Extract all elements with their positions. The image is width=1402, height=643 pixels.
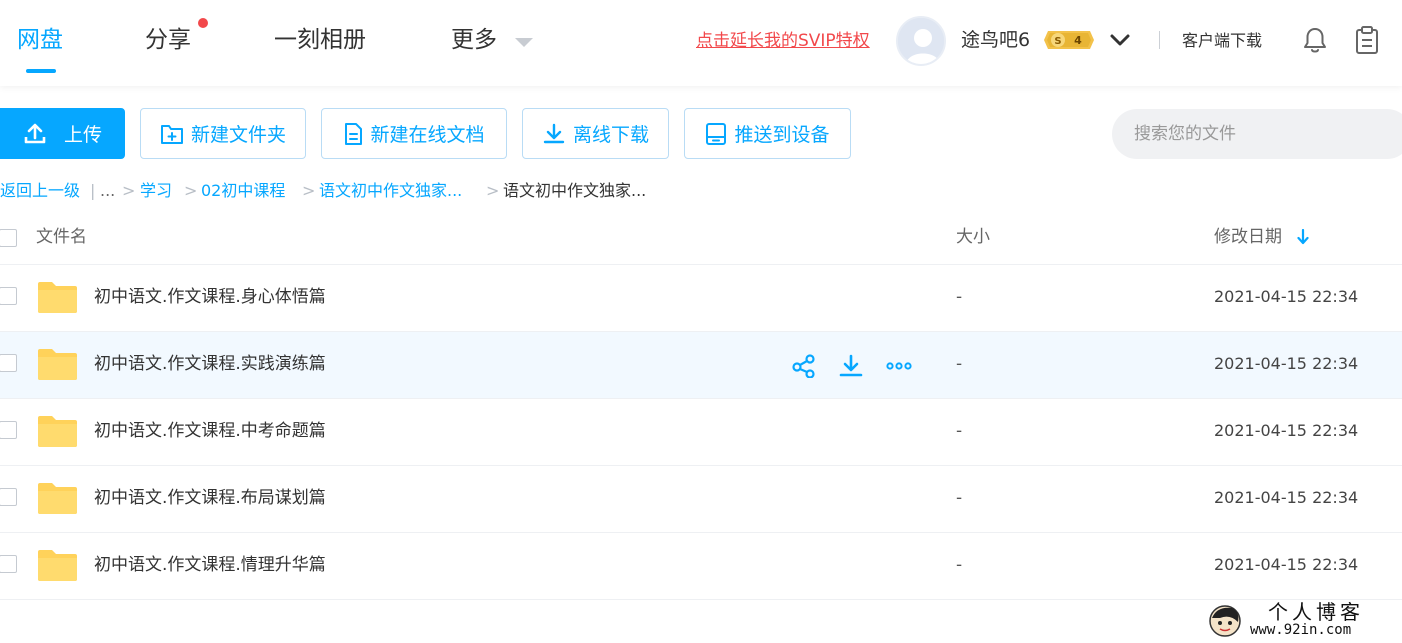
breadcrumb-item-junior-course[interactable]: 02初中课程	[201, 180, 285, 202]
upload-label: 上传	[63, 124, 102, 146]
search-input[interactable]	[1112, 109, 1402, 159]
folder-icon	[38, 349, 77, 380]
nav-tab-share[interactable]: 分享	[145, 24, 191, 56]
folder-icon	[38, 483, 77, 514]
breadcrumb-item-parent-folder[interactable]: 语文初中作文独家...	[319, 180, 462, 202]
breadcrumb-bar: |	[90, 181, 96, 200]
table-row[interactable]: 初中语文.作文课程.情理升华篇 - 2021-04-15 22:34	[0, 533, 1402, 600]
clipboard-icon[interactable]	[1354, 25, 1380, 55]
breadcrumb-separator: >	[302, 181, 316, 200]
column-header-name[interactable]: 文件名	[36, 226, 87, 248]
push-to-device-button[interactable]: 推送到设备	[684, 108, 851, 159]
file-size: -	[956, 354, 963, 374]
file-size: -	[956, 287, 963, 307]
client-download-link[interactable]: 客户端下载	[1182, 30, 1262, 52]
active-tab-indicator	[26, 69, 56, 73]
row-checkbox[interactable]	[0, 488, 17, 506]
breadcrumb-separator: >	[486, 181, 500, 200]
row-checkbox[interactable]	[0, 354, 17, 372]
table-row[interactable]: 初中语文.作文课程.中考命题篇 - 2021-04-15 22:34	[0, 399, 1402, 466]
file-modified-date: 2021-04-15 22:34	[1214, 354, 1359, 373]
row-checkbox[interactable]	[0, 555, 17, 573]
notification-dot	[198, 18, 208, 28]
breadcrumb-separator: >	[184, 181, 198, 200]
file-modified-date: 2021-04-15 22:34	[1214, 287, 1359, 306]
svg-text:S: S	[1054, 36, 1061, 47]
file-modified-date: 2021-04-15 22:34	[1214, 488, 1359, 507]
chevron-down-icon[interactable]	[1108, 28, 1132, 52]
file-name[interactable]: 初中语文.作文课程.身心体悟篇	[94, 285, 326, 309]
breadcrumb-separator: >	[122, 181, 136, 200]
download-icon	[543, 123, 565, 143]
svip-level-badge-icon: S 4	[1044, 31, 1094, 49]
nav-tab-album[interactable]: 一刻相册	[274, 24, 366, 56]
sort-descending-icon[interactable]	[1296, 229, 1310, 245]
top-nav-bar: 网盘 分享 一刻相册 更多 点击延长我的SVIP特权 途鸟吧6 S 4 客户端下…	[0, 0, 1402, 86]
more-options-icon[interactable]	[886, 354, 912, 378]
nav-tab-more[interactable]: 更多	[451, 24, 497, 56]
offline-download-button[interactable]: 离线下载	[522, 108, 669, 159]
watermark-logo-icon	[1209, 605, 1241, 637]
new-online-doc-label: 新建在线文档	[370, 124, 485, 146]
breadcrumb-ellipsis: ...	[100, 181, 116, 200]
column-header-size[interactable]: 大小	[956, 226, 990, 248]
folder-icon	[38, 550, 77, 581]
file-name[interactable]: 初中语文.作文课程.实践演练篇	[94, 352, 326, 376]
offline-download-label: 离线下载	[572, 124, 649, 146]
upload-button[interactable]: 上传	[0, 108, 125, 159]
file-name[interactable]: 初中语文.作文课程.布局谋划篇	[94, 486, 326, 510]
file-size: -	[956, 421, 963, 441]
username[interactable]: 途鸟吧6	[961, 27, 1030, 53]
push-to-device-label: 推送到设备	[734, 124, 830, 146]
file-name[interactable]: 初中语文.作文课程.中考命题篇	[94, 419, 326, 443]
share-icon[interactable]	[791, 354, 817, 378]
breadcrumb-current: 语文初中作文独家...	[503, 181, 647, 200]
svip-renew-link[interactable]: 点击延长我的SVIP特权	[696, 30, 870, 52]
breadcrumb-back-link[interactable]: 返回上一级	[0, 180, 80, 202]
upload-icon	[24, 123, 46, 143]
table-row[interactable]: 初中语文.作文课程.实践演练篇 - 2021-04-15 22:34	[0, 332, 1402, 399]
new-folder-button[interactable]: 新建文件夹	[140, 108, 306, 159]
watermark-title: 个人博客	[1268, 600, 1364, 624]
row-checkbox[interactable]	[0, 287, 17, 305]
file-table-header: 文件名 大小 修改日期	[0, 218, 1402, 265]
file-modified-date: 2021-04-15 22:34	[1214, 421, 1359, 440]
select-all-checkbox[interactable]	[0, 229, 17, 247]
svg-text:4: 4	[1074, 34, 1082, 47]
nav-divider	[1159, 31, 1160, 49]
file-size: -	[956, 488, 963, 508]
watermark-url: www.92in.com	[1250, 622, 1352, 638]
document-icon	[345, 122, 363, 145]
new-folder-icon	[160, 124, 183, 144]
breadcrumb-item-study[interactable]: 学习	[140, 180, 172, 202]
bell-icon[interactable]	[1302, 26, 1328, 54]
file-modified-date: 2021-04-15 22:34	[1214, 555, 1359, 574]
folder-icon	[38, 416, 77, 447]
new-folder-label: 新建文件夹	[190, 124, 286, 146]
column-header-modified[interactable]: 修改日期	[1214, 226, 1282, 248]
avatar[interactable]	[896, 16, 946, 66]
more-dropdown-icon[interactable]	[515, 38, 533, 47]
device-icon	[706, 122, 727, 145]
user-avatar-icon	[898, 18, 944, 64]
download-icon[interactable]	[838, 354, 864, 378]
file-size: -	[956, 555, 963, 575]
file-name[interactable]: 初中语文.作文课程.情理升华篇	[94, 553, 326, 577]
row-checkbox[interactable]	[0, 421, 17, 439]
folder-icon	[38, 282, 77, 313]
nav-tab-netdisk[interactable]: 网盘	[17, 24, 63, 56]
new-online-doc-button[interactable]: 新建在线文档	[321, 108, 507, 159]
table-row[interactable]: 初中语文.作文课程.布局谋划篇 - 2021-04-15 22:34	[0, 466, 1402, 533]
table-row[interactable]: 初中语文.作文课程.身心体悟篇 - 2021-04-15 22:34	[0, 265, 1402, 332]
